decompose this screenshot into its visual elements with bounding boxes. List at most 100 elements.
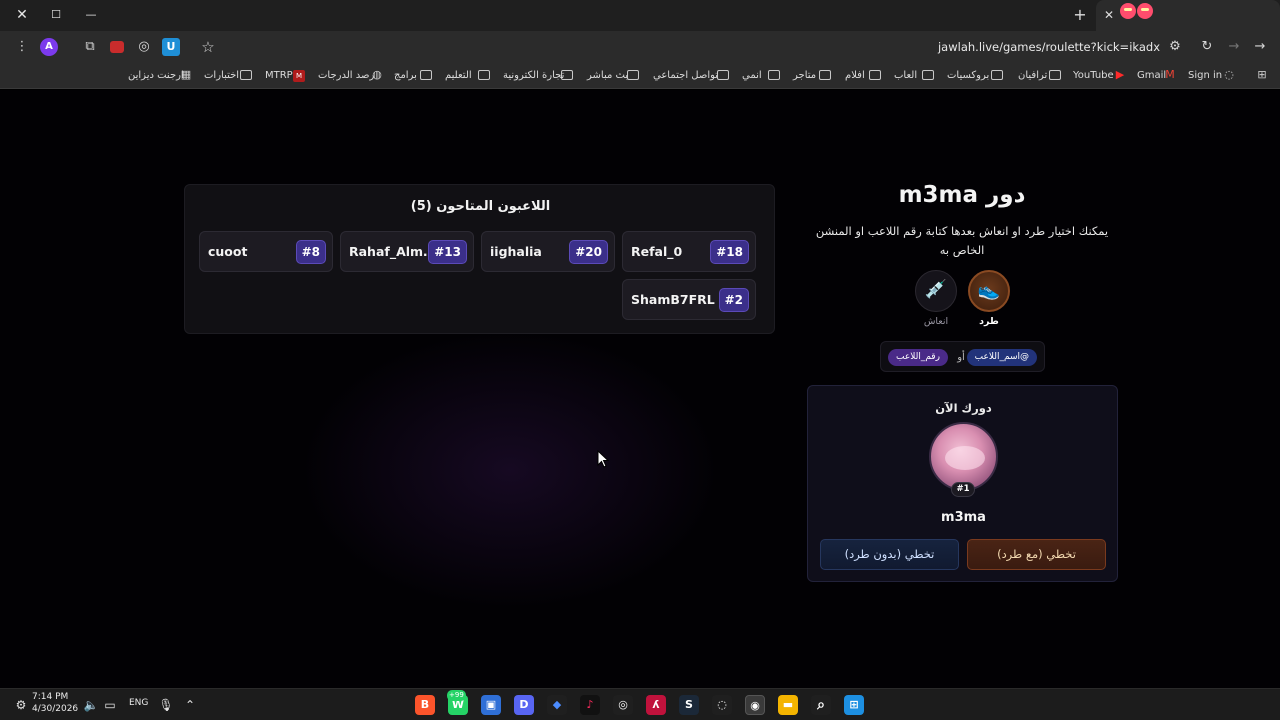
app-blue-icon[interactable]: ▣: [481, 695, 501, 715]
window-minimize-button[interactable]: —: [80, 4, 102, 26]
folder-icon: [1049, 70, 1061, 80]
player-card[interactable]: cuoot #8: [199, 231, 333, 272]
folder-icon: [819, 70, 831, 80]
settings-gear-icon[interactable]: ⚙: [13, 697, 29, 713]
folder-icon: [991, 70, 1003, 80]
bookmark-mtrp[interactable]: MTRP: [265, 68, 293, 84]
tab-close-button[interactable]: ✕: [1100, 5, 1118, 25]
bookmark-games[interactable]: العاب: [894, 68, 917, 84]
chrome-icon[interactable]: ◉: [745, 695, 765, 715]
bookmark-movies[interactable]: افلام: [845, 68, 865, 84]
bookmark-programs[interactable]: برامج: [394, 68, 417, 84]
window-close-button[interactable]: ✕: [11, 4, 33, 26]
skip-with-kick-button[interactable]: تخطي (مع طرد): [967, 539, 1106, 570]
player-number-badge: #20: [569, 240, 608, 264]
extension-glasses-icon[interactable]: ◎: [135, 38, 153, 56]
app-ring-icon[interactable]: ◌: [712, 695, 732, 715]
bookmark-sign-in[interactable]: Sign in: [1188, 68, 1222, 84]
folder-icon: [478, 70, 490, 80]
player-card[interactable]: Refal_0 #18: [622, 231, 756, 272]
player-name: Refal_0: [631, 244, 683, 259]
player-number-pill: رقم_اللاعب: [888, 349, 948, 366]
app-diamond-icon[interactable]: ◆: [547, 695, 567, 715]
search-icon[interactable]: ⌕: [811, 695, 831, 715]
extension-u-icon[interactable]: U: [162, 38, 180, 56]
active-tab[interactable]: ✕: [1096, 0, 1280, 31]
bookmark-live[interactable]: بث مباشر: [587, 68, 628, 84]
player-name: Rahaf_Almu...: [349, 244, 439, 259]
forward-icon[interactable]: →: [1225, 38, 1243, 56]
tiktok-icon[interactable]: ♪: [580, 695, 600, 715]
tab-favicon-icon: [1120, 3, 1136, 19]
folder-icon: [627, 70, 639, 80]
file-explorer-icon[interactable]: ▬: [778, 695, 798, 715]
whatsapp-badge: +99: [447, 690, 466, 701]
turn-description: يمكنك اختيار طرد او انعاش بعدها كتابة رق…: [815, 224, 1109, 257]
bookmark-urgent-design[interactable]: ارجنت ديزاين: [128, 68, 184, 84]
extension-red-icon[interactable]: [110, 41, 124, 53]
player-mention-pill: @اسم_اللاعب: [966, 349, 1037, 366]
command-hint: رقم_اللاعب أو @اسم_اللاعب: [880, 341, 1045, 372]
game-page: اللاعبون المتاحون (5) Refal_0 #18 iighal…: [0, 90, 1280, 688]
player-rank-badge: #1: [951, 482, 975, 497]
brave-icon[interactable]: B: [415, 695, 435, 715]
profile-avatar[interactable]: A: [40, 38, 58, 56]
apps-grid-icon[interactable]: ⊞: [1255, 68, 1269, 82]
player-name: ShamB7FRL: [631, 292, 715, 307]
site-settings-icon[interactable]: ⚙: [1166, 38, 1184, 56]
language-indicator[interactable]: ENG: [129, 698, 148, 709]
bookmark-gmail[interactable]: Gmail: [1137, 68, 1166, 84]
youtube-icon: ▶: [1115, 68, 1125, 81]
current-player-name: m3ma: [941, 510, 986, 525]
browser-title-bar: ✕ ☐ — + ✕: [0, 0, 1280, 31]
player-card[interactable]: Rahaf_Almu... #13: [340, 231, 474, 272]
revive-action-button[interactable]: 💉: [915, 270, 957, 312]
folder-icon: [717, 70, 729, 80]
extensions-icon[interactable]: ⧉: [81, 38, 99, 56]
bookmark-social[interactable]: تواصل اجتماعي: [653, 68, 718, 84]
clock-date[interactable]: 4/30/2026: [32, 704, 78, 715]
folder-icon: [922, 70, 934, 80]
network-icon[interactable]: ▭: [102, 697, 118, 713]
discord-icon[interactable]: D: [514, 695, 534, 715]
bookmark-anime[interactable]: انمي: [742, 68, 762, 84]
bookmark-travian[interactable]: ترافيان: [1018, 68, 1047, 84]
bookmark-star-icon[interactable]: ☆: [199, 38, 217, 56]
bookmark-youtube[interactable]: YouTube: [1073, 68, 1114, 84]
bookmark-ecommerce[interactable]: تجارة الكترونية: [503, 68, 564, 84]
show-hidden-icons-icon[interactable]: ⌃: [182, 697, 198, 713]
steam-icon[interactable]: S: [679, 695, 699, 715]
app-a-icon[interactable]: ʎ: [646, 695, 666, 715]
reload-icon[interactable]: ↻: [1198, 38, 1216, 56]
bookmark-education[interactable]: التعليم: [445, 68, 472, 84]
kick-action-button[interactable]: 👟: [968, 270, 1010, 312]
window-maximize-button[interactable]: ☐: [45, 4, 67, 26]
bookmark-tests[interactable]: اختبارات: [204, 68, 239, 84]
browser-toolbar: ⋮ A ⧉ ◎ U ☆ jawlah.live/games/roulette?k…: [0, 31, 1280, 63]
turn-title: دور m3ma: [898, 182, 1026, 208]
player-avatar: [929, 422, 998, 491]
app-circle-icon[interactable]: ◎: [613, 695, 633, 715]
windows-start-icon[interactable]: ⊞: [844, 695, 864, 715]
bookmark-stores[interactable]: متاجر: [793, 68, 816, 84]
player-name: iighalia: [490, 244, 542, 259]
folder-icon: [869, 70, 881, 80]
back-icon[interactable]: →: [1251, 38, 1269, 56]
new-tab-button[interactable]: +: [1070, 4, 1090, 26]
hint-or-text: أو: [957, 352, 965, 363]
microphone-icon[interactable]: 🎙: [158, 697, 174, 713]
background-glow: [300, 330, 720, 610]
address-bar[interactable]: jawlah.live/games/roulette?kick=ikadx: [900, 38, 1160, 56]
player-number-badge: #13: [428, 240, 467, 264]
folder-icon: [420, 70, 432, 80]
shoe-icon: 👟: [977, 280, 1001, 301]
menu-dots-icon[interactable]: ⋮: [13, 38, 31, 56]
bookmark-proxies[interactable]: بروكسيات: [947, 68, 989, 84]
skip-without-kick-button[interactable]: تخطي (بدون طرد): [820, 539, 959, 570]
bookmark-grades[interactable]: رصد الدرجات: [318, 68, 374, 84]
available-players-panel: اللاعبون المتاحون (5) Refal_0 #18 iighal…: [184, 184, 775, 334]
volume-icon[interactable]: 🔈: [83, 697, 99, 713]
player-card[interactable]: iighalia #20: [481, 231, 615, 272]
clock-time[interactable]: 7:14 PM: [32, 692, 68, 703]
player-card[interactable]: ShamB7FRL #2: [622, 279, 756, 320]
